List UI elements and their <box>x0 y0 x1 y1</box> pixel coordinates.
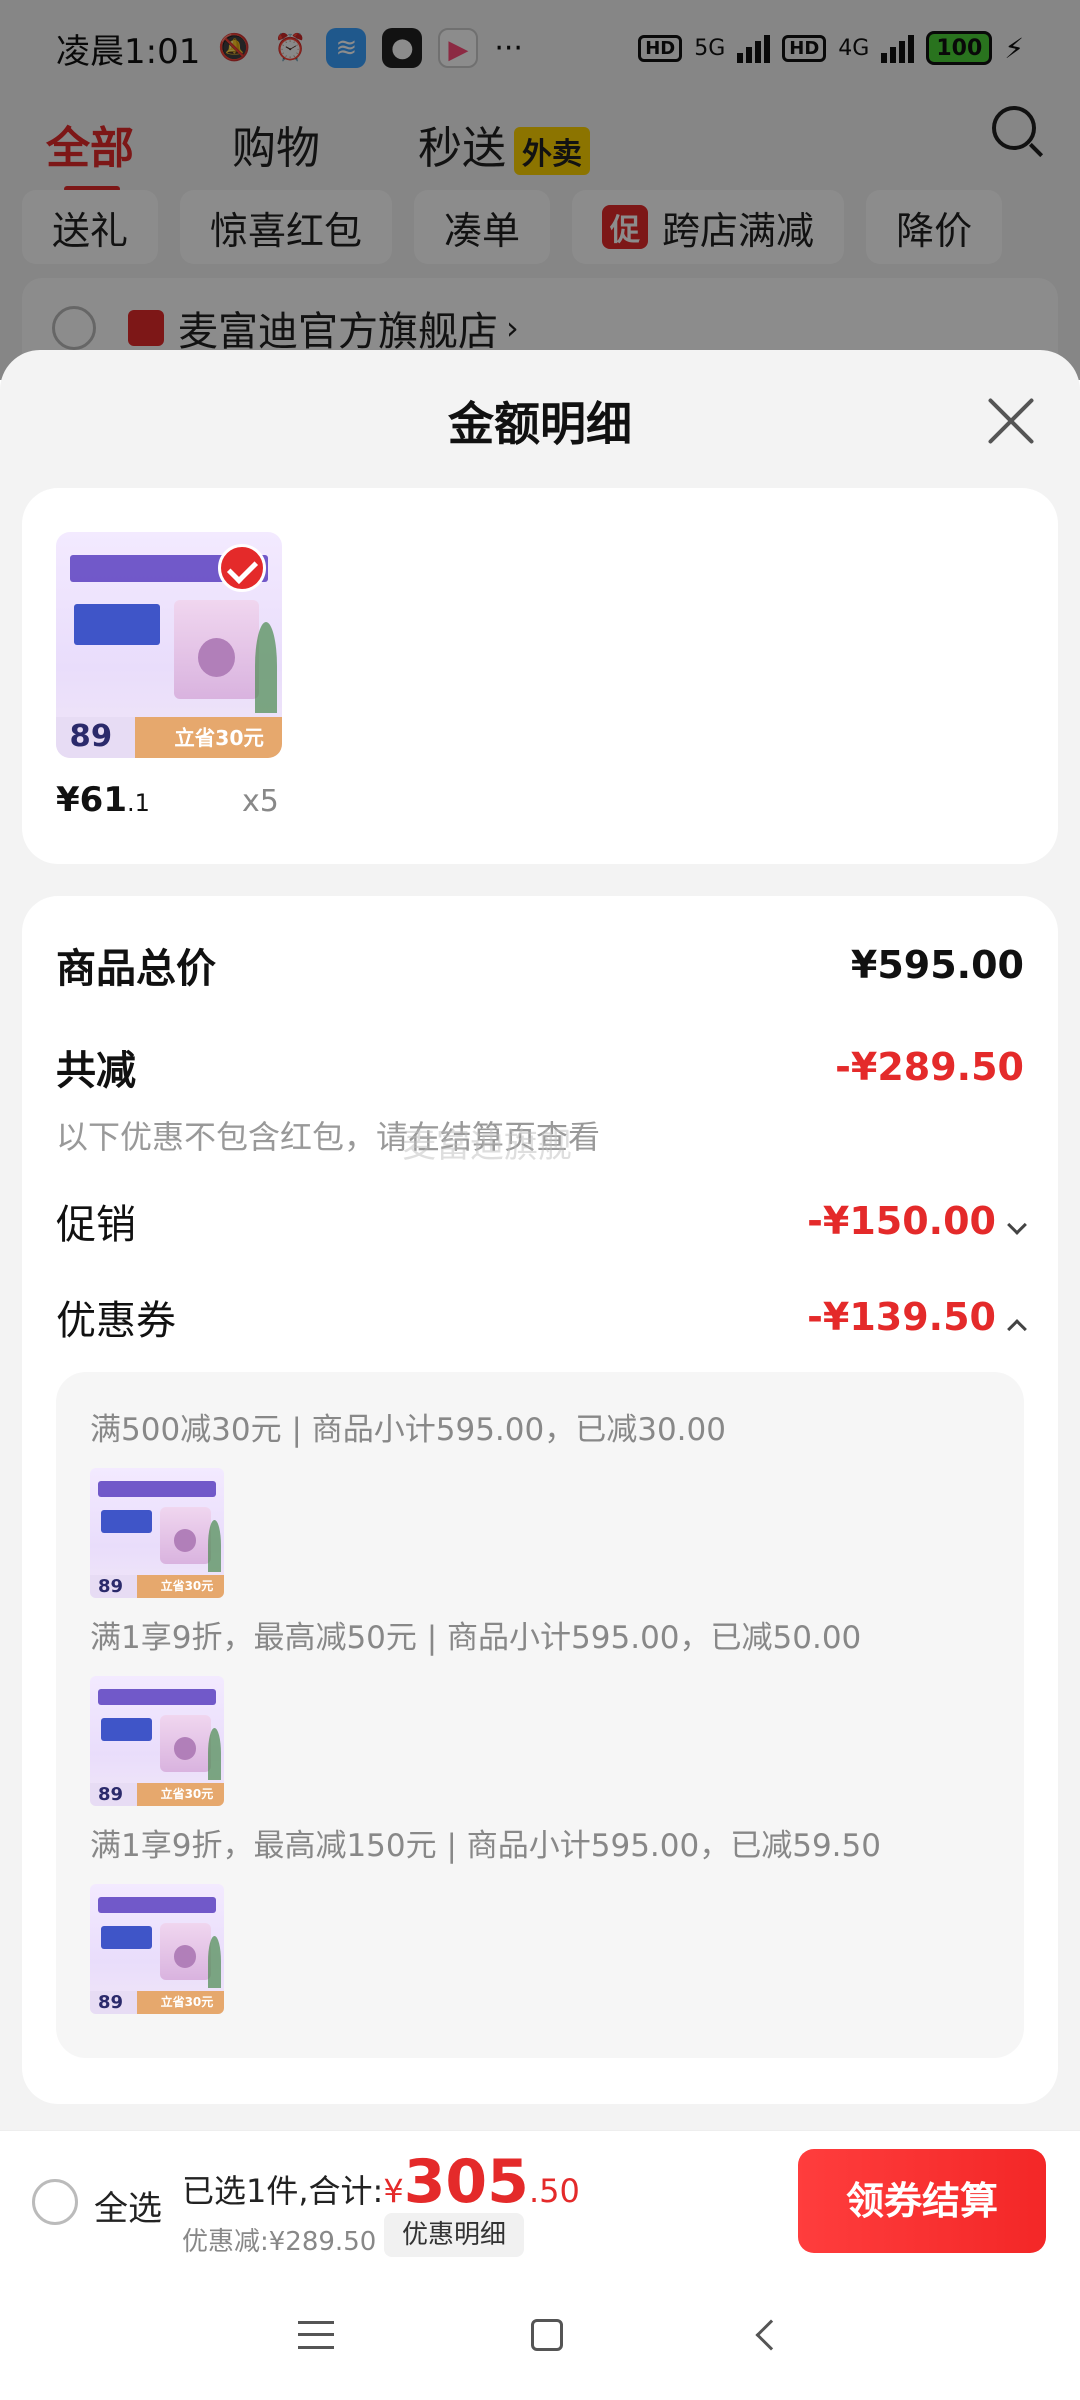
coupon-item-text: 满500减30元 | 商品小计595.00，已减30.00 <box>90 1412 726 1448</box>
menu-icon[interactable] <box>298 2321 335 2349</box>
thumb-save: 立省30元 <box>160 1786 214 1801</box>
coupon-row[interactable]: 优惠券 -¥139.50 <box>56 1288 1027 1346</box>
product-price: ¥61.1 <box>56 780 150 820</box>
price-breakdown-card: 商品总价 ¥595.00 共减 -¥289.50 以下优惠不包含红包，请在结算页… <box>22 896 1058 2104</box>
system-navigation-bar <box>0 2270 1080 2400</box>
thumb-save: 立省30元 <box>174 726 264 751</box>
amount-detail-sheet: 金额明细 89 立省30元 ¥61.1 x5 商品总价 ¥595.00 共减 -¥… <box>0 350 1080 2130</box>
home-icon[interactable] <box>530 2319 563 2351</box>
coupon-list: 满500减30元 | 商品小计595.00，已减30.00 89 立省30元 满1… <box>56 1372 1024 2058</box>
thumb-price: 89 <box>98 1575 124 1597</box>
thumb-save: 立省30元 <box>160 1578 214 1593</box>
product-quantity: x5 <box>242 784 279 819</box>
close-icon[interactable] <box>986 396 1036 446</box>
product-price-main: ¥61 <box>56 780 127 820</box>
total-value: ¥595.00 <box>850 943 1024 987</box>
promotion-row[interactable]: 促销 -¥150.00 <box>56 1192 1027 1250</box>
coupon-item-thumbnail: 89 立省30元 <box>90 1468 224 1598</box>
discount-label: 共减 <box>56 1048 136 1094</box>
back-icon[interactable] <box>755 2319 787 2351</box>
chevron-down-icon <box>1007 1214 1027 1235</box>
coupon-item-thumbnail: 89 立省30元 <box>90 1676 224 1806</box>
total-row: 商品总价 ¥595.00 <box>56 936 1024 994</box>
product-card: 89 立省30元 ¥61.1 x5 <box>22 488 1058 864</box>
total-decimal: .50 <box>528 2172 580 2210</box>
thumb-price: 89 <box>98 1991 124 2013</box>
selected-count: 已选1件,合计: <box>182 2172 384 2210</box>
order-summary: 已选1件,合计:¥305.50 <box>182 2147 580 2217</box>
discount-row: 共减 -¥289.50 <box>56 1038 1024 1096</box>
sheet-title: 金额明细 <box>448 397 632 451</box>
coupon-label: 优惠券 <box>56 1298 176 1344</box>
modal-overlay[interactable] <box>0 0 1080 380</box>
promotion-value: -¥150.00 <box>807 1199 996 1243</box>
coupon-value: -¥139.50 <box>807 1295 996 1339</box>
chevron-up-icon <box>1007 1318 1027 1339</box>
discount-value: -¥289.50 <box>835 1045 1024 1089</box>
checkout-button[interactable]: 领券结算 <box>798 2149 1046 2253</box>
coupon-item-thumbnail: 89 立省30元 <box>90 1884 224 2014</box>
selected-check-icon[interactable] <box>218 544 266 592</box>
total-label: 商品总价 <box>56 946 216 992</box>
coupon-item-text: 满1享9折，最高减50元 | 商品小计595.00，已减50.00 <box>90 1620 862 1656</box>
coupon-item-text: 满1享9折，最高减150元 | 商品小计595.00，已减59.50 <box>90 1828 881 1864</box>
discount-detail-button[interactable]: 优惠明细 <box>384 2213 525 2257</box>
total-currency: ¥ <box>383 2172 404 2210</box>
select-all-radio[interactable] <box>32 2179 78 2225</box>
checkout-bar: 全选 已选1件,合计:¥305.50 优惠减:¥289.50 优惠明细 领券结算 <box>0 2130 1080 2270</box>
thumb-price: 89 <box>98 1783 124 1805</box>
select-all-label[interactable]: 全选 <box>94 2181 162 2230</box>
thumb-price: 89 <box>69 718 113 754</box>
watermark: 麦富迪旗舰 <box>402 1126 572 1166</box>
promotion-label: 促销 <box>56 1202 136 1248</box>
product-price-decimal: .1 <box>126 789 150 817</box>
total-integer: 305 <box>403 2147 529 2217</box>
thumb-save: 立省30元 <box>160 1994 214 2009</box>
discount-summary: 优惠减:¥289.50 <box>182 2227 377 2257</box>
